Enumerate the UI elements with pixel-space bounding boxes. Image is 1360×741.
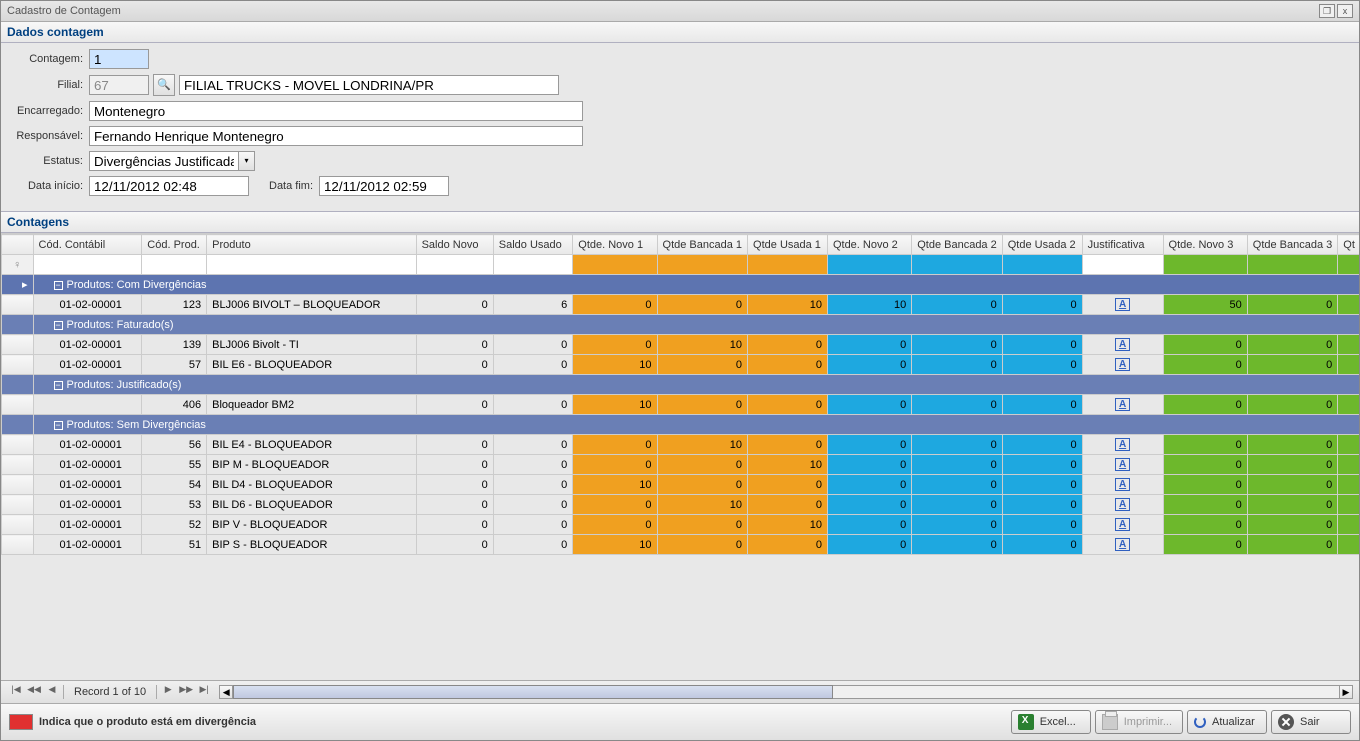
table-row[interactable]: 01-02-00001123BLJ006 BIVOLT – BLOQUEADOR…	[2, 295, 1360, 315]
nav-next-icon[interactable]: ▶	[159, 684, 177, 700]
estatus-input[interactable]	[89, 151, 239, 171]
table-row[interactable]: 01-02-0000154BIL D4 - BLOQUEADOR00100000…	[2, 475, 1360, 495]
col-header-2[interactable]: Produto	[207, 235, 416, 255]
table-row[interactable]: 01-02-0000152BIP V - BLOQUEADOR000010000…	[2, 515, 1360, 535]
grid-navigator: |◀ ◀◀ ◀ Record 1 of 10 ▶ ▶▶ ▶| ◀ ▶	[1, 680, 1359, 703]
col-header-1[interactable]: Cód. Prod.	[142, 235, 207, 255]
nav-prev-page-icon[interactable]: ◀◀	[25, 684, 43, 700]
group-row[interactable]: −Produtos: Faturado(s)	[2, 315, 1360, 335]
col-header-13[interactable]: Qtde Bancada 3	[1247, 235, 1338, 255]
group-row[interactable]: ▸−Produtos: Com Divergências	[2, 275, 1360, 295]
data-inicio-input[interactable]	[89, 176, 249, 196]
filial-code-input	[89, 75, 149, 95]
justificativa-link[interactable]: A	[1115, 358, 1130, 371]
collapse-icon[interactable]: −	[54, 281, 63, 290]
exit-icon	[1278, 714, 1294, 730]
col-header-6[interactable]: Qtde Bancada 1	[657, 235, 748, 255]
scroll-left-icon[interactable]: ◀	[219, 685, 233, 699]
horizontal-scrollbar[interactable]: ◀ ▶	[219, 685, 1353, 699]
filial-name-input[interactable]	[179, 75, 559, 95]
imprimir-button[interactable]: Imprimir...	[1095, 710, 1183, 734]
titlebar: Cadastro de Contagem ❐ x	[1, 1, 1359, 22]
data-fim-label: Data fim:	[269, 180, 319, 192]
col-header-7[interactable]: Qtde Usada 1	[748, 235, 828, 255]
atualizar-button[interactable]: Atualizar	[1187, 710, 1267, 734]
justificativa-link[interactable]: A	[1115, 498, 1130, 511]
collapse-icon[interactable]: −	[54, 381, 63, 390]
nav-record-text: Record 1 of 10	[74, 686, 146, 698]
sair-button[interactable]: Sair	[1271, 710, 1351, 734]
col-header-5[interactable]: Qtde. Novo 1	[573, 235, 657, 255]
filial-label: Filial:	[9, 79, 89, 91]
refresh-icon	[1194, 716, 1206, 728]
group-row[interactable]: −Produtos: Sem Divergências	[2, 415, 1360, 435]
legend-color	[9, 714, 33, 730]
table-row[interactable]: 01-02-0000157BIL E6 - BLOQUEADOR00100000…	[2, 355, 1360, 375]
justificativa-link[interactable]: A	[1115, 538, 1130, 551]
table-row[interactable]: 406Bloqueador BM2001000000A00	[2, 395, 1360, 415]
estatus-combo[interactable]: ▾	[89, 151, 255, 171]
app-window: Cadastro de Contagem ❐ x Dados contagem …	[0, 0, 1360, 741]
justificativa-link[interactable]: A	[1115, 458, 1130, 471]
estatus-label: Estatus:	[9, 155, 89, 167]
scroll-right-icon[interactable]: ▶	[1339, 685, 1353, 699]
filter-row[interactable]: ♀	[2, 255, 1360, 275]
nav-last-icon[interactable]: ▶|	[195, 684, 213, 700]
collapse-icon[interactable]: −	[54, 321, 63, 330]
close-icon[interactable]: x	[1337, 4, 1353, 18]
col-header-3[interactable]: Saldo Novo	[416, 235, 493, 255]
grid-table: Cód. ContábilCód. Prod.ProdutoSaldo Novo…	[1, 234, 1359, 555]
restore-icon[interactable]: ❐	[1319, 4, 1335, 18]
grid-header: Cód. ContábilCód. Prod.ProdutoSaldo Novo…	[2, 235, 1360, 255]
nav-prev-icon[interactable]: ◀	[43, 684, 61, 700]
footer: Indica que o produto está em divergência…	[1, 703, 1359, 740]
responsavel-input[interactable]	[89, 126, 583, 146]
grid-scroll[interactable]: Cód. ContábilCód. Prod.ProdutoSaldo Novo…	[1, 233, 1359, 680]
justificativa-link[interactable]: A	[1115, 298, 1130, 311]
table-row[interactable]: 01-02-0000156BIL E4 - BLOQUEADOR00010000…	[2, 435, 1360, 455]
scroll-thumb[interactable]	[233, 685, 833, 699]
section-dados: Dados contagem	[1, 22, 1359, 43]
excel-button[interactable]: Excel...	[1011, 710, 1091, 734]
col-header-0[interactable]: Cód. Contábil	[33, 235, 142, 255]
col-header-9[interactable]: Qtde Bancada 2	[912, 235, 1003, 255]
search-icon[interactable]: 🔍	[153, 74, 175, 96]
excel-icon	[1018, 714, 1034, 730]
col-header-14[interactable]: Qt	[1338, 235, 1359, 255]
table-row[interactable]: 01-02-0000153BIL D6 - BLOQUEADOR00010000…	[2, 495, 1360, 515]
nav-first-icon[interactable]: |◀	[7, 684, 25, 700]
col-header-8[interactable]: Qtde. Novo 2	[827, 235, 911, 255]
group-row[interactable]: −Produtos: Justificado(s)	[2, 375, 1360, 395]
justificativa-link[interactable]: A	[1115, 478, 1130, 491]
section-contagens: Contagens	[1, 212, 1359, 233]
justificativa-link[interactable]: A	[1115, 338, 1130, 351]
col-header-10[interactable]: Qtde Usada 2	[1002, 235, 1082, 255]
filter-icon[interactable]: ♀	[2, 255, 34, 275]
collapse-icon[interactable]: −	[54, 421, 63, 430]
encarregado-label: Encarregado:	[9, 105, 89, 117]
nav-next-page-icon[interactable]: ▶▶	[177, 684, 195, 700]
window-title: Cadastro de Contagem	[7, 5, 1317, 17]
data-fim-input[interactable]	[319, 176, 449, 196]
form-dados: Contagem: Filial: 🔍 Encarregado: Respons…	[1, 43, 1359, 212]
table-row[interactable]: 01-02-0000155BIP M - BLOQUEADOR000010000…	[2, 455, 1360, 475]
justificativa-link[interactable]: A	[1115, 518, 1130, 531]
col-header-4[interactable]: Saldo Usado	[493, 235, 573, 255]
chevron-down-icon[interactable]: ▾	[239, 151, 255, 171]
col-header-12[interactable]: Qtde. Novo 3	[1163, 235, 1247, 255]
print-icon	[1102, 714, 1118, 730]
col-header-11[interactable]: Justificativa	[1082, 235, 1163, 255]
table-row[interactable]: 01-02-00001139BLJ006 Bivolt - TI00010000…	[2, 335, 1360, 355]
grid-area: Cód. ContábilCód. Prod.ProdutoSaldo Novo…	[1, 233, 1359, 703]
data-inicio-label: Data início:	[9, 180, 89, 192]
legend-text: Indica que o produto está em divergência	[39, 716, 256, 728]
justificativa-link[interactable]: A	[1115, 398, 1130, 411]
table-row[interactable]: 01-02-0000151BIP S - BLOQUEADOR001000000…	[2, 535, 1360, 555]
contagem-input[interactable]	[89, 49, 149, 69]
contagem-label: Contagem:	[9, 53, 89, 65]
encarregado-input[interactable]	[89, 101, 583, 121]
justificativa-link[interactable]: A	[1115, 438, 1130, 451]
responsavel-label: Responsável:	[9, 130, 89, 142]
